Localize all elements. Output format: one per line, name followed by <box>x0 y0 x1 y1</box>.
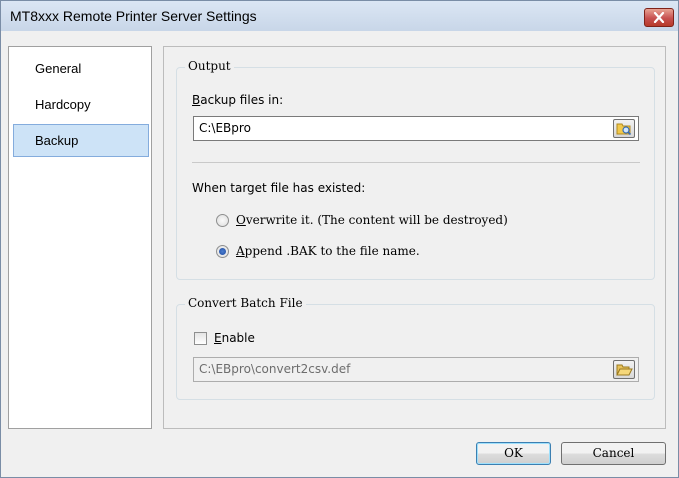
enable-checkbox-label[interactable]: Enable <box>214 331 255 345</box>
sidebar-item-backup[interactable]: Backup <box>13 124 149 157</box>
window-title: MT8xxx Remote Printer Server Settings <box>10 8 257 24</box>
sidebar-item-label: General <box>35 61 82 76</box>
output-group-label: Output <box>185 59 234 73</box>
browse-backup-button[interactable] <box>613 119 635 138</box>
backup-files-label: Backup files in: <box>192 93 284 107</box>
append-bak-radio-label[interactable]: Append .BAK to the file name. <box>236 244 420 258</box>
title-bar[interactable]: MT8xxx Remote Printer Server Settings <box>1 1 678 31</box>
sidebar-item-hardcopy[interactable]: Hardcopy <box>13 88 149 121</box>
cancel-button[interactable]: Cancel <box>561 442 666 465</box>
category-list: General Hardcopy Backup <box>8 46 152 429</box>
ok-button[interactable]: OK <box>476 442 551 465</box>
settings-dialog: MT8xxx Remote Printer Server Settings Ge… <box>0 0 679 478</box>
output-group: Output Backup files in: C:\EBpro When ta… <box>176 59 655 280</box>
backup-path-value: C:\EBpro <box>199 121 251 135</box>
open-folder-icon <box>616 364 633 376</box>
overwrite-radio-label[interactable]: Overwrite it. (The content will be destr… <box>236 213 508 227</box>
enable-checkbox[interactable] <box>194 332 207 345</box>
convert-file-path-input[interactable]: C:\EBpro\convert2csv.def <box>193 357 639 382</box>
sidebar-item-label: Hardcopy <box>35 97 91 112</box>
exists-label: When target file has existed: <box>192 181 366 195</box>
radio-selected-dot <box>219 248 226 255</box>
separator <box>192 162 640 163</box>
close-button[interactable] <box>644 8 674 27</box>
sidebar-item-label: Backup <box>35 133 79 148</box>
close-icon <box>653 12 665 23</box>
overwrite-radio[interactable] <box>216 214 229 227</box>
backup-path-input[interactable]: C:\EBpro <box>193 116 639 141</box>
convert-file-path-value: C:\EBpro\convert2csv.def <box>199 362 351 376</box>
sidebar-item-general[interactable]: General <box>13 52 149 85</box>
folder-search-icon <box>616 123 632 136</box>
append-bak-radio[interactable] <box>216 245 229 258</box>
browse-convert-file-button[interactable] <box>613 360 635 379</box>
convert-batch-group: Convert Batch File Enable C:\EBpro\conve… <box>176 296 655 400</box>
convert-batch-group-label: Convert Batch File <box>185 296 306 310</box>
backup-settings-panel: Output Backup files in: C:\EBpro When ta… <box>163 46 666 429</box>
